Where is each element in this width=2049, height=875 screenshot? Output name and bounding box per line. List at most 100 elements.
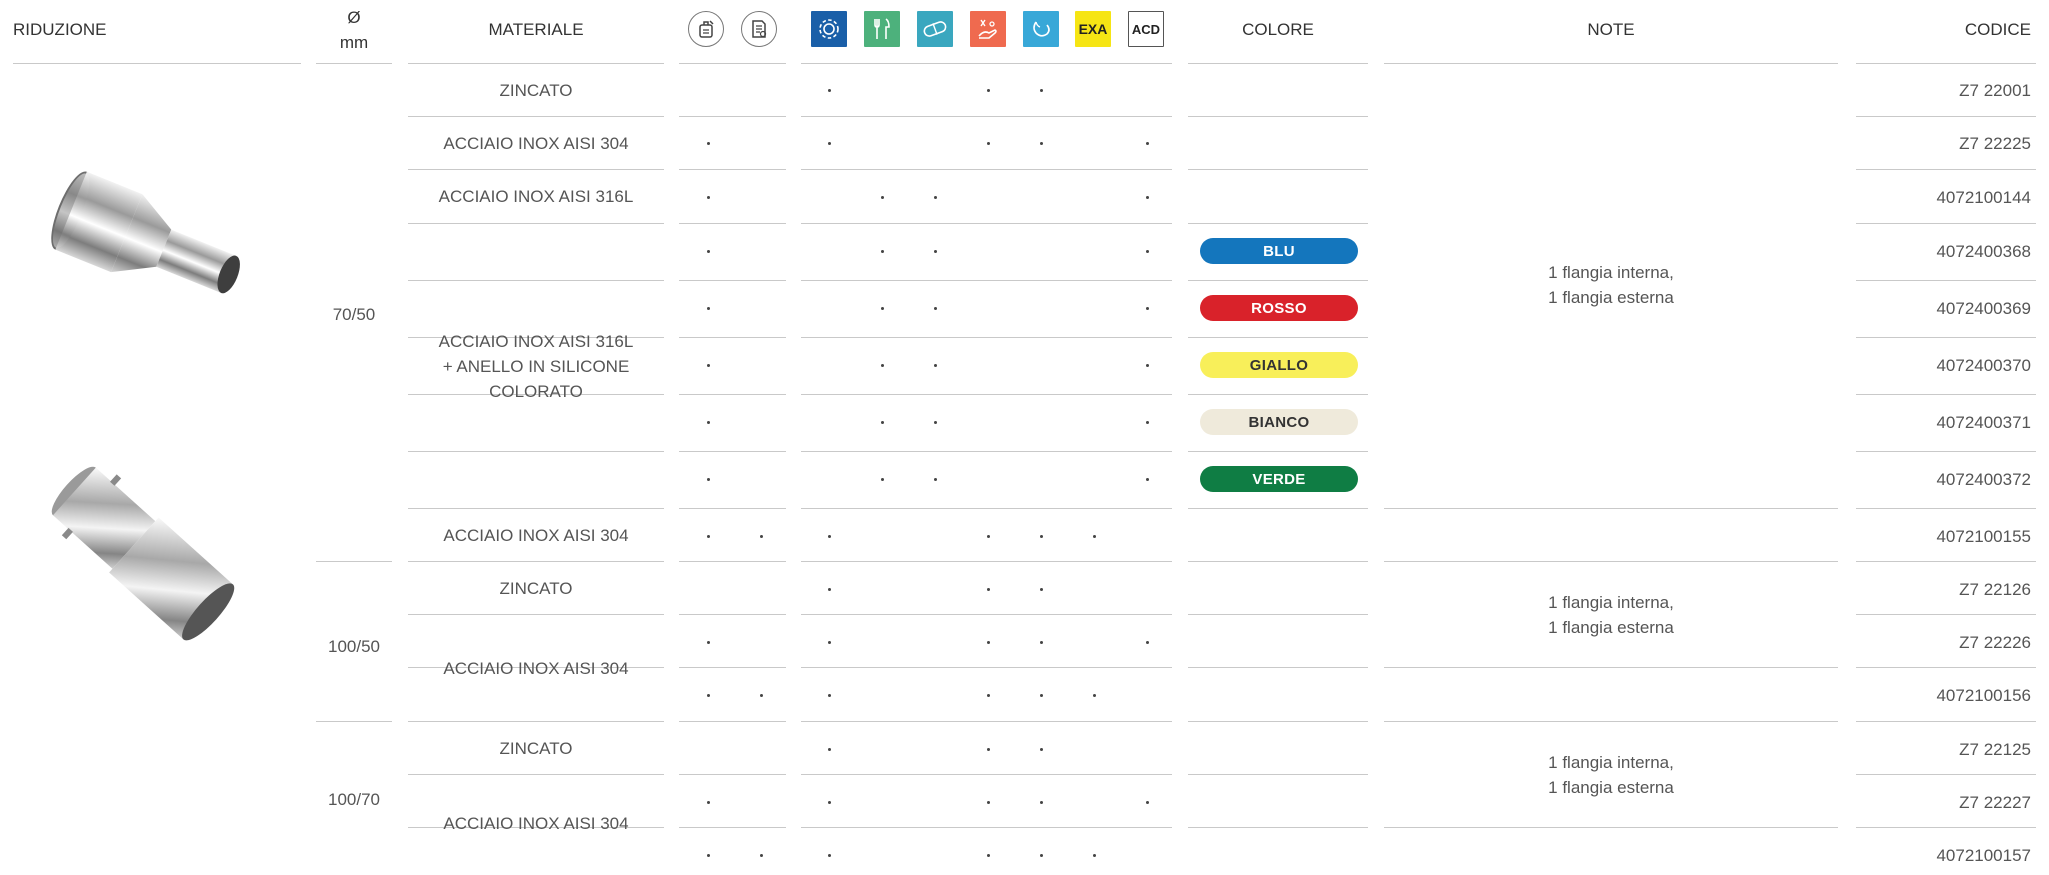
- feature-dot: [707, 641, 710, 644]
- diameter-symbol: Ø: [347, 8, 361, 27]
- note-line: 1 flangia esterna: [1548, 618, 1674, 637]
- row-divider: [679, 827, 786, 828]
- feature-dot: [987, 854, 990, 857]
- row-divider: [801, 827, 1172, 828]
- feature-dot: [828, 535, 831, 538]
- reducer-long-product-image: [30, 440, 260, 675]
- material-inox-304: ACCIAIO INOX AISI 304: [443, 133, 629, 153]
- row-divider: [679, 508, 786, 509]
- feature-dot: [1146, 142, 1149, 145]
- row-divider: [801, 337, 1172, 338]
- row-divider: [1856, 394, 2036, 395]
- feature-dot: [987, 588, 990, 591]
- feature-dot: [760, 854, 763, 857]
- row-divider: [1188, 561, 1368, 562]
- feature-dot: [707, 801, 710, 804]
- row-divider: [1188, 223, 1368, 224]
- row-divider: [1856, 827, 2036, 828]
- header-divider: [13, 63, 301, 64]
- feature-dot: [707, 478, 710, 481]
- installation-kit-icon: [688, 11, 724, 47]
- feature-dot: [934, 478, 937, 481]
- feature-dot: [707, 854, 710, 857]
- feature-dot: [707, 250, 710, 253]
- feature-dot: [707, 307, 710, 310]
- color-badge-verde: VERDE: [1200, 466, 1358, 492]
- feature-dot: [1040, 748, 1043, 751]
- row-divider: [1188, 169, 1368, 170]
- note-cell: 1 flangia interna, 1 flangia esterna: [1384, 722, 1838, 828]
- feature-dot: [828, 801, 831, 804]
- diameter-70-50: 70/50: [332, 304, 376, 324]
- row-divider: [801, 169, 1172, 170]
- feature-dot: [934, 196, 937, 199]
- material-inox-316l: ACCIAIO INOX AISI 316L: [438, 187, 634, 206]
- feature-dot: [1093, 854, 1096, 857]
- feature-dot: [707, 694, 710, 697]
- row-divider: [801, 116, 1172, 117]
- product-code: Z7 22227: [1959, 792, 2031, 812]
- header-colore: COLORE: [1242, 20, 1314, 39]
- feature-dot: [934, 421, 937, 424]
- product-code: 4072400371: [1936, 412, 2031, 432]
- diameter-100-70: 100/70: [328, 789, 380, 809]
- note-line: 1 flangia esterna: [1548, 778, 1674, 797]
- row-divider: [1188, 451, 1368, 452]
- feature-dot: [881, 196, 884, 199]
- header-divider: [679, 63, 786, 64]
- feature-dot: [934, 250, 937, 253]
- feature-dot: [707, 142, 710, 145]
- color-badge-rosso: ROSSO: [1200, 295, 1358, 321]
- row-divider: [679, 721, 786, 722]
- feature-dot: [1146, 478, 1149, 481]
- feature-dot: [707, 196, 710, 199]
- water-drop-icon: [1023, 11, 1059, 47]
- row-divider: [679, 667, 786, 668]
- product-code: Z7 22126: [1959, 579, 2031, 599]
- product-code: 4072400369: [1936, 298, 2031, 318]
- feature-dot: [1093, 535, 1096, 538]
- header-codice: CODICE: [1964, 20, 2031, 39]
- row-divider: [801, 451, 1172, 452]
- feature-dot: [1146, 196, 1149, 199]
- feature-dot: [987, 142, 990, 145]
- material-inox-304: ACCIAIO INOX AISI 304: [443, 814, 629, 833]
- row-divider: [1856, 667, 2036, 668]
- feature-dot: [760, 535, 763, 538]
- feature-dot: [1040, 588, 1043, 591]
- row-divider: [801, 721, 1172, 722]
- row-divider: [1188, 827, 1368, 828]
- product-code: 4072100157: [1936, 845, 2031, 865]
- feature-dot: [934, 307, 937, 310]
- color-badge-giallo: GIALLO: [1200, 352, 1358, 378]
- feature-dot: [987, 641, 990, 644]
- feature-dot: [828, 142, 831, 145]
- row-divider: [679, 614, 786, 615]
- note-line: 1 flangia interna,: [1548, 593, 1674, 612]
- feature-dot: [1040, 694, 1043, 697]
- feature-dot: [1040, 801, 1043, 804]
- feature-dot: [828, 748, 831, 751]
- row-divider: [1856, 169, 2036, 170]
- header-divider: [1188, 63, 1368, 64]
- row-divider: [801, 394, 1172, 395]
- acd-label: ACD: [1128, 11, 1164, 47]
- feature-dot: [1040, 535, 1043, 538]
- product-code: 4072400372: [1936, 469, 2031, 489]
- food-cutlery-icon: [864, 11, 900, 47]
- header-note: NOTE: [1587, 20, 1635, 39]
- row-divider: [679, 280, 786, 281]
- diameter-100-50: 100/50: [328, 636, 380, 656]
- row-divider: [679, 561, 786, 562]
- row-divider: [1856, 280, 2036, 281]
- feature-dot: [1146, 307, 1149, 310]
- feature-dot: [707, 421, 710, 424]
- material-line: COLORATO: [489, 381, 583, 401]
- note-line: 1 flangia interna,: [1548, 263, 1674, 282]
- row-divider: [1188, 721, 1368, 722]
- row-divider: [1856, 451, 2036, 452]
- row-divider: [1188, 667, 1368, 668]
- feature-dot: [987, 694, 990, 697]
- feature-dot: [881, 478, 884, 481]
- row-divider: [679, 116, 786, 117]
